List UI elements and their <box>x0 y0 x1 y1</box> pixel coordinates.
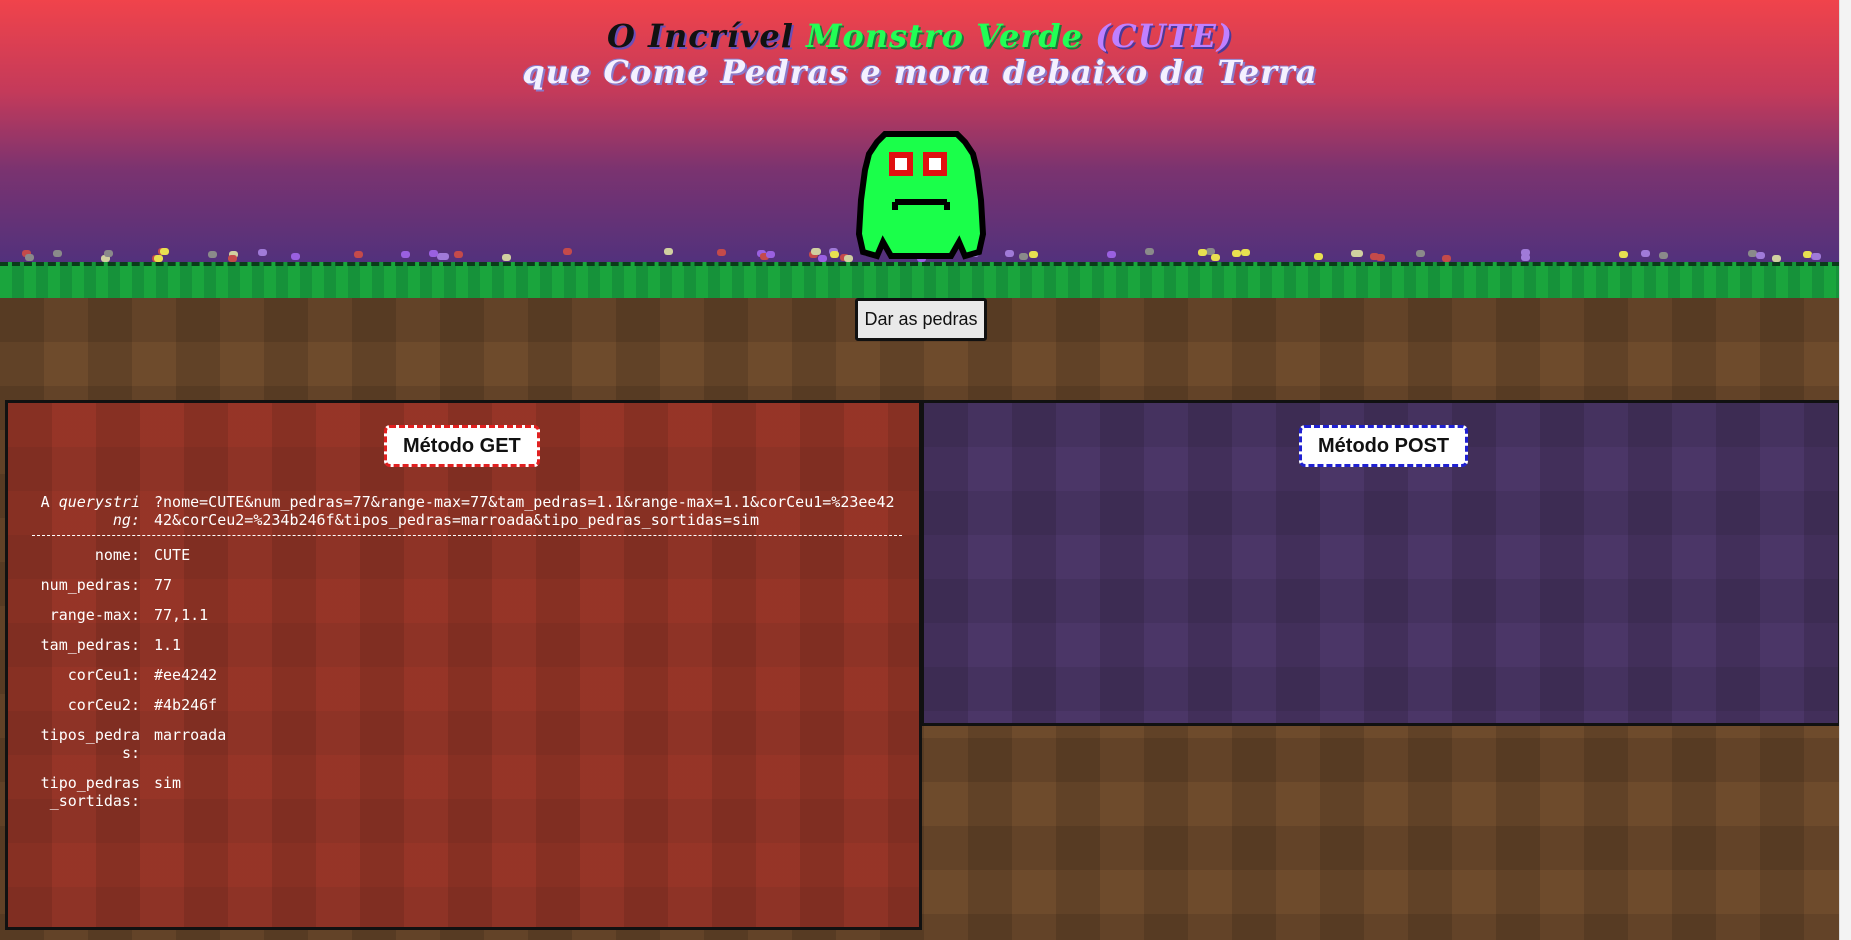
param-key: nome: <box>94 546 140 564</box>
param-row: range-max: 77,1.1 <box>32 606 902 624</box>
param-row: corCeu1: #ee4242 <box>32 666 902 684</box>
rock <box>1145 248 1154 255</box>
rock <box>1314 253 1323 260</box>
rock <box>160 248 169 255</box>
page-title: O Incrível Monstro Verde (CUTE) que Come… <box>0 18 1840 90</box>
post-panel-title: Método POST <box>1299 425 1469 467</box>
rock <box>1521 254 1530 261</box>
rock <box>53 250 62 257</box>
param-row: num_pedras: 77 <box>32 576 902 594</box>
get-method-panel: Método GET A querystring: ?nome=CUTE&num… <box>5 400 922 930</box>
rock <box>1029 251 1038 258</box>
rock <box>1232 250 1241 257</box>
rock <box>1354 250 1363 257</box>
title-part-1: O Incrível <box>606 17 794 55</box>
rock <box>1376 254 1385 261</box>
rock <box>1756 252 1765 259</box>
vertical-scrollbar[interactable] <box>1839 0 1851 940</box>
rock <box>104 250 113 257</box>
param-key: range-max: <box>49 606 140 624</box>
rock <box>1442 255 1451 262</box>
rock <box>1416 250 1425 257</box>
rock <box>818 255 827 262</box>
param-key: num_pedras: <box>40 576 140 594</box>
rock <box>664 248 673 255</box>
title-part-2: Monstro Verde <box>805 17 1083 55</box>
param-row: tam_pedras: 1.1 <box>32 636 902 654</box>
rock <box>454 251 463 258</box>
rock <box>563 248 572 255</box>
title-part-3: (CUTE) <box>1095 17 1233 55</box>
rock <box>1107 251 1116 258</box>
param-value: 77,1.1 <box>154 606 209 624</box>
rock <box>1812 253 1821 260</box>
param-key: tipos_pedras: <box>40 726 140 762</box>
get-panel-title: Método GET <box>384 425 540 467</box>
give-rocks-button[interactable]: Dar as pedras <box>855 298 987 341</box>
title-line-2: que Come Pedras e mora debaixo da Terra <box>522 53 1318 91</box>
querystring-label: A querystring: <box>40 493 140 529</box>
param-row: tipo_pedras_sortidas: sim <box>32 774 902 810</box>
param-value: 77 <box>154 576 173 594</box>
param-key: tipo_pedras_sortidas: <box>40 774 140 810</box>
green-monster <box>855 131 987 260</box>
param-value: marroada <box>154 726 227 744</box>
param-row: corCeu2: #4b246f <box>32 696 902 714</box>
param-value: #ee4242 <box>154 666 218 684</box>
rock <box>1211 254 1220 261</box>
rock <box>1619 251 1628 258</box>
rock <box>228 255 237 262</box>
rock <box>25 254 34 261</box>
rock <box>811 248 820 255</box>
rock <box>291 253 300 260</box>
rock <box>258 249 267 256</box>
rock <box>440 253 449 260</box>
param-key: tam_pedras: <box>40 636 140 654</box>
rock <box>401 251 410 258</box>
param-value: #4b246f <box>154 696 218 714</box>
param-row: tipos_pedras: marroada <box>32 726 902 762</box>
param-value: 1.1 <box>154 636 182 654</box>
get-params-list: A querystring: ?nome=CUTE&num_pedras=77&… <box>32 493 902 822</box>
param-value: CUTE <box>154 546 191 564</box>
rock <box>208 251 217 258</box>
param-row: nome: CUTE <box>32 546 902 564</box>
rock <box>1198 249 1207 256</box>
rock <box>1241 249 1250 256</box>
querystring-value: ?nome=CUTE&num_pedras=77&range-max=77&ta… <box>154 493 895 529</box>
grass-strip <box>0 262 1840 302</box>
param-key: corCeu1: <box>67 666 140 684</box>
post-method-panel: Método POST <box>921 400 1841 726</box>
rock <box>1772 255 1781 262</box>
querystring-row: A querystring: ?nome=CUTE&num_pedras=77&… <box>32 493 902 536</box>
param-key: corCeu2: <box>67 696 140 714</box>
rock <box>1641 250 1650 257</box>
rock <box>717 249 726 256</box>
rock <box>502 254 511 261</box>
rock <box>154 255 163 262</box>
rock <box>354 251 363 258</box>
rock <box>830 251 839 258</box>
rock <box>1659 252 1668 259</box>
rock <box>429 250 438 257</box>
rock <box>844 255 853 262</box>
rock <box>1019 253 1028 260</box>
rock <box>1005 250 1014 257</box>
rock <box>766 251 775 258</box>
param-value: sim <box>154 774 182 792</box>
